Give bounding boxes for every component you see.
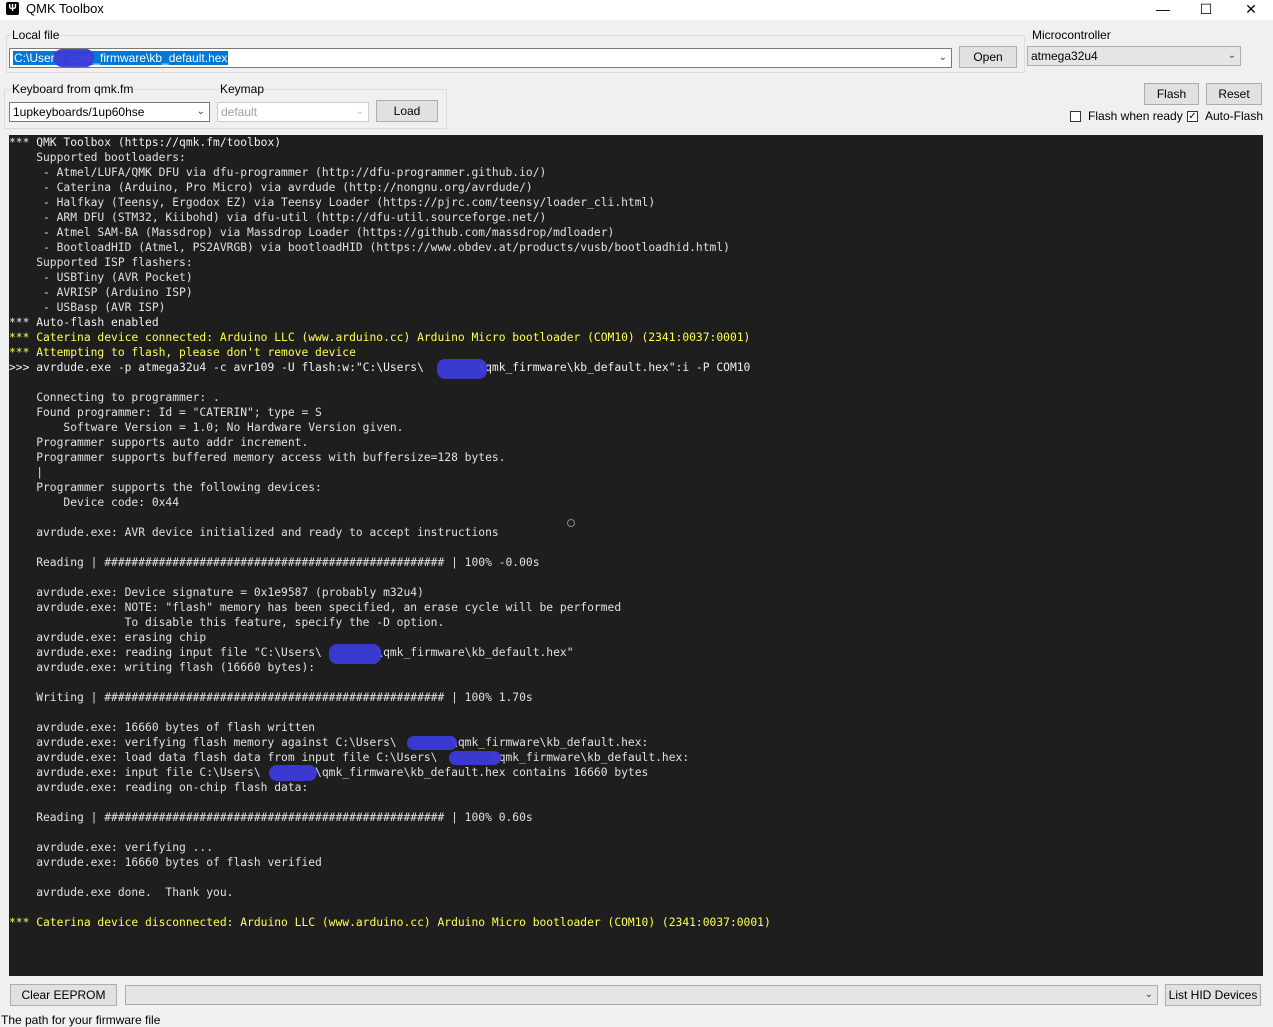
minimize-button[interactable]: — [1140, 0, 1186, 20]
console-line: - BootloadHID (Atmel, PS2AVRGB) via boot… [9, 241, 730, 254]
console-line: Device code: 0x44 [9, 496, 180, 509]
console-line: - Atmel/LUFA/QMK DFU via dfu-programmer … [9, 166, 547, 179]
chevron-down-icon[interactable]: ⌄ [939, 49, 947, 67]
console-line: avrdude.exe: erasing chip [9, 631, 207, 644]
console-line: Programmer supports buffered memory acce… [9, 451, 506, 464]
reset-button[interactable]: Reset [1206, 83, 1262, 105]
keyboard-value: 1upkeyboards/1up60hse [13, 105, 145, 119]
console-line: >>> avrdude.exe -p atmega32u4 -c avr109 … [9, 361, 751, 374]
console-line: Writing | ##############################… [9, 691, 533, 704]
console-line: Reading | ##############################… [9, 811, 533, 824]
console-line: avrdude.exe: 16660 bytes of flash verifi… [9, 856, 322, 869]
console-line: avrdude.exe: AVR device initialized and … [9, 526, 499, 539]
console-line: *** Auto-flash enabled [9, 316, 159, 329]
redaction-mark [54, 49, 94, 67]
auto-flash-label: Auto-Flash [1205, 109, 1264, 123]
console-line: Found programmer: Id = "CATERIN"; type =… [9, 406, 322, 419]
console-line: - USBasp (AVR ISP) [9, 301, 166, 314]
redaction-mark [437, 359, 487, 379]
flash-button[interactable]: Flash [1144, 83, 1199, 105]
load-button[interactable]: Load [376, 100, 438, 122]
local-file-path: C:\Users\ \qmk_firmware\kb_default.hex [13, 51, 229, 65]
console-line: avrdude.exe: Device signature = 0x1e9587… [9, 586, 424, 599]
flash-when-ready-checkbox[interactable] [1070, 111, 1081, 122]
redaction-mark [407, 736, 457, 750]
qmk-logo-icon: Ψ [6, 2, 19, 15]
console-line: Reading | ##############################… [9, 556, 540, 569]
flash-when-ready-label: Flash when ready [1088, 109, 1183, 123]
console-line: avrdude.exe: reading on-chip flash data: [9, 781, 309, 794]
console-line: avrdude.exe: input file C:\Users\ \qmk_f… [9, 766, 649, 779]
console-line: - AVRISP (Arduino ISP) [9, 286, 193, 299]
console-line: avrdude.exe: writing flash (16660 bytes)… [9, 661, 316, 674]
console-line: Supported bootloaders: [9, 151, 186, 164]
window-title: QMK Toolbox [26, 1, 104, 16]
title-bar: Ψ QMK Toolbox — ☐ ✕ [0, 0, 1273, 20]
console-line: avrdude.exe: reading input file "C:\User… [9, 646, 574, 659]
clear-eeprom-button[interactable]: Clear EEPROM [10, 984, 117, 1006]
keyboard-label: Keyboard from qmk.fm [11, 82, 135, 96]
microcontroller-label: Microcontroller [1031, 28, 1112, 42]
console-line: - Atmel SAM-BA (Massdrop) via Massdrop L… [9, 226, 615, 239]
keymap-select[interactable]: default ⌄ [217, 102, 369, 122]
console-line: avrdude.exe done. Thank you. [9, 886, 234, 899]
console-line: - Halfkay (Teensy, Ergodox EZ) via Teens… [9, 196, 656, 209]
local-file-label: Local file [11, 28, 61, 42]
mouse-cursor-icon [567, 519, 575, 527]
console-line: *** QMK Toolbox (https://qmk.fm/toolbox) [9, 136, 282, 149]
console-line: - USBTiny (AVR Pocket) [9, 271, 193, 284]
console-line: avrdude.exe: verifying flash memory agai… [9, 736, 649, 749]
redaction-mark [449, 751, 501, 765]
console-line: *** Attempting to flash, please don't re… [9, 346, 356, 359]
open-button[interactable]: Open [959, 46, 1017, 68]
list-hid-devices-button[interactable]: List HID Devices [1165, 984, 1261, 1006]
local-file-combobox[interactable]: C:\Users\ \qmk_firmware\kb_default.hex ⌄ [9, 48, 952, 68]
console-line: - ARM DFU (STM32, Kiibohd) via dfu-util … [9, 211, 547, 224]
console-lines: *** QMK Toolbox (https://qmk.fm/toolbox)… [9, 135, 771, 930]
console-line: | [9, 466, 44, 479]
microcontroller-select[interactable]: atmega32u4 ⌄ [1027, 46, 1241, 66]
redaction-mark [269, 765, 317, 781]
console-line: avrdude.exe: 16660 bytes of flash writte… [9, 721, 316, 734]
hid-device-select[interactable]: ⌄ [125, 985, 1158, 1005]
console-line: avrdude.exe: NOTE: "flash" memory has be… [9, 601, 622, 614]
chevron-down-icon[interactable]: ⌄ [1145, 986, 1153, 1004]
keyboard-select[interactable]: 1upkeyboards/1up60hse ⌄ [9, 102, 210, 122]
console-output[interactable]: *** QMK Toolbox (https://qmk.fm/toolbox)… [9, 135, 1263, 976]
redaction-mark [329, 644, 381, 664]
console-line: Connecting to programmer: . [9, 391, 220, 404]
console-line: avrdude.exe: verifying ... [9, 841, 214, 854]
chevron-down-icon[interactable]: ⌄ [197, 103, 205, 121]
console-line: Supported ISP flashers: [9, 256, 193, 269]
console-line: Programmer supports auto addr increment. [9, 436, 309, 449]
maximize-button[interactable]: ☐ [1183, 0, 1229, 20]
console-line: To disable this feature, specify the -D … [9, 616, 445, 629]
keymap-value: default [221, 105, 258, 119]
microcontroller-value: atmega32u4 [1031, 49, 1098, 63]
close-button[interactable]: ✕ [1228, 0, 1273, 20]
console-line: - Caterina (Arduino, Pro Micro) via avrd… [9, 181, 533, 194]
keymap-label: Keymap [219, 82, 266, 96]
console-line: avrdude.exe: load data flash data from i… [9, 751, 690, 764]
auto-flash-checkbox[interactable]: ✓ [1187, 111, 1198, 122]
console-line: Programmer supports the following device… [9, 481, 322, 494]
console-line: Software Version = 1.0; No Hardware Vers… [9, 421, 404, 434]
console-line: *** Caterina device disconnected: Arduin… [9, 916, 771, 929]
console-line: *** Caterina device connected: Arduino L… [9, 331, 751, 344]
chevron-down-icon[interactable]: ⌄ [1228, 47, 1236, 65]
chevron-down-icon[interactable]: ⌄ [356, 103, 364, 121]
